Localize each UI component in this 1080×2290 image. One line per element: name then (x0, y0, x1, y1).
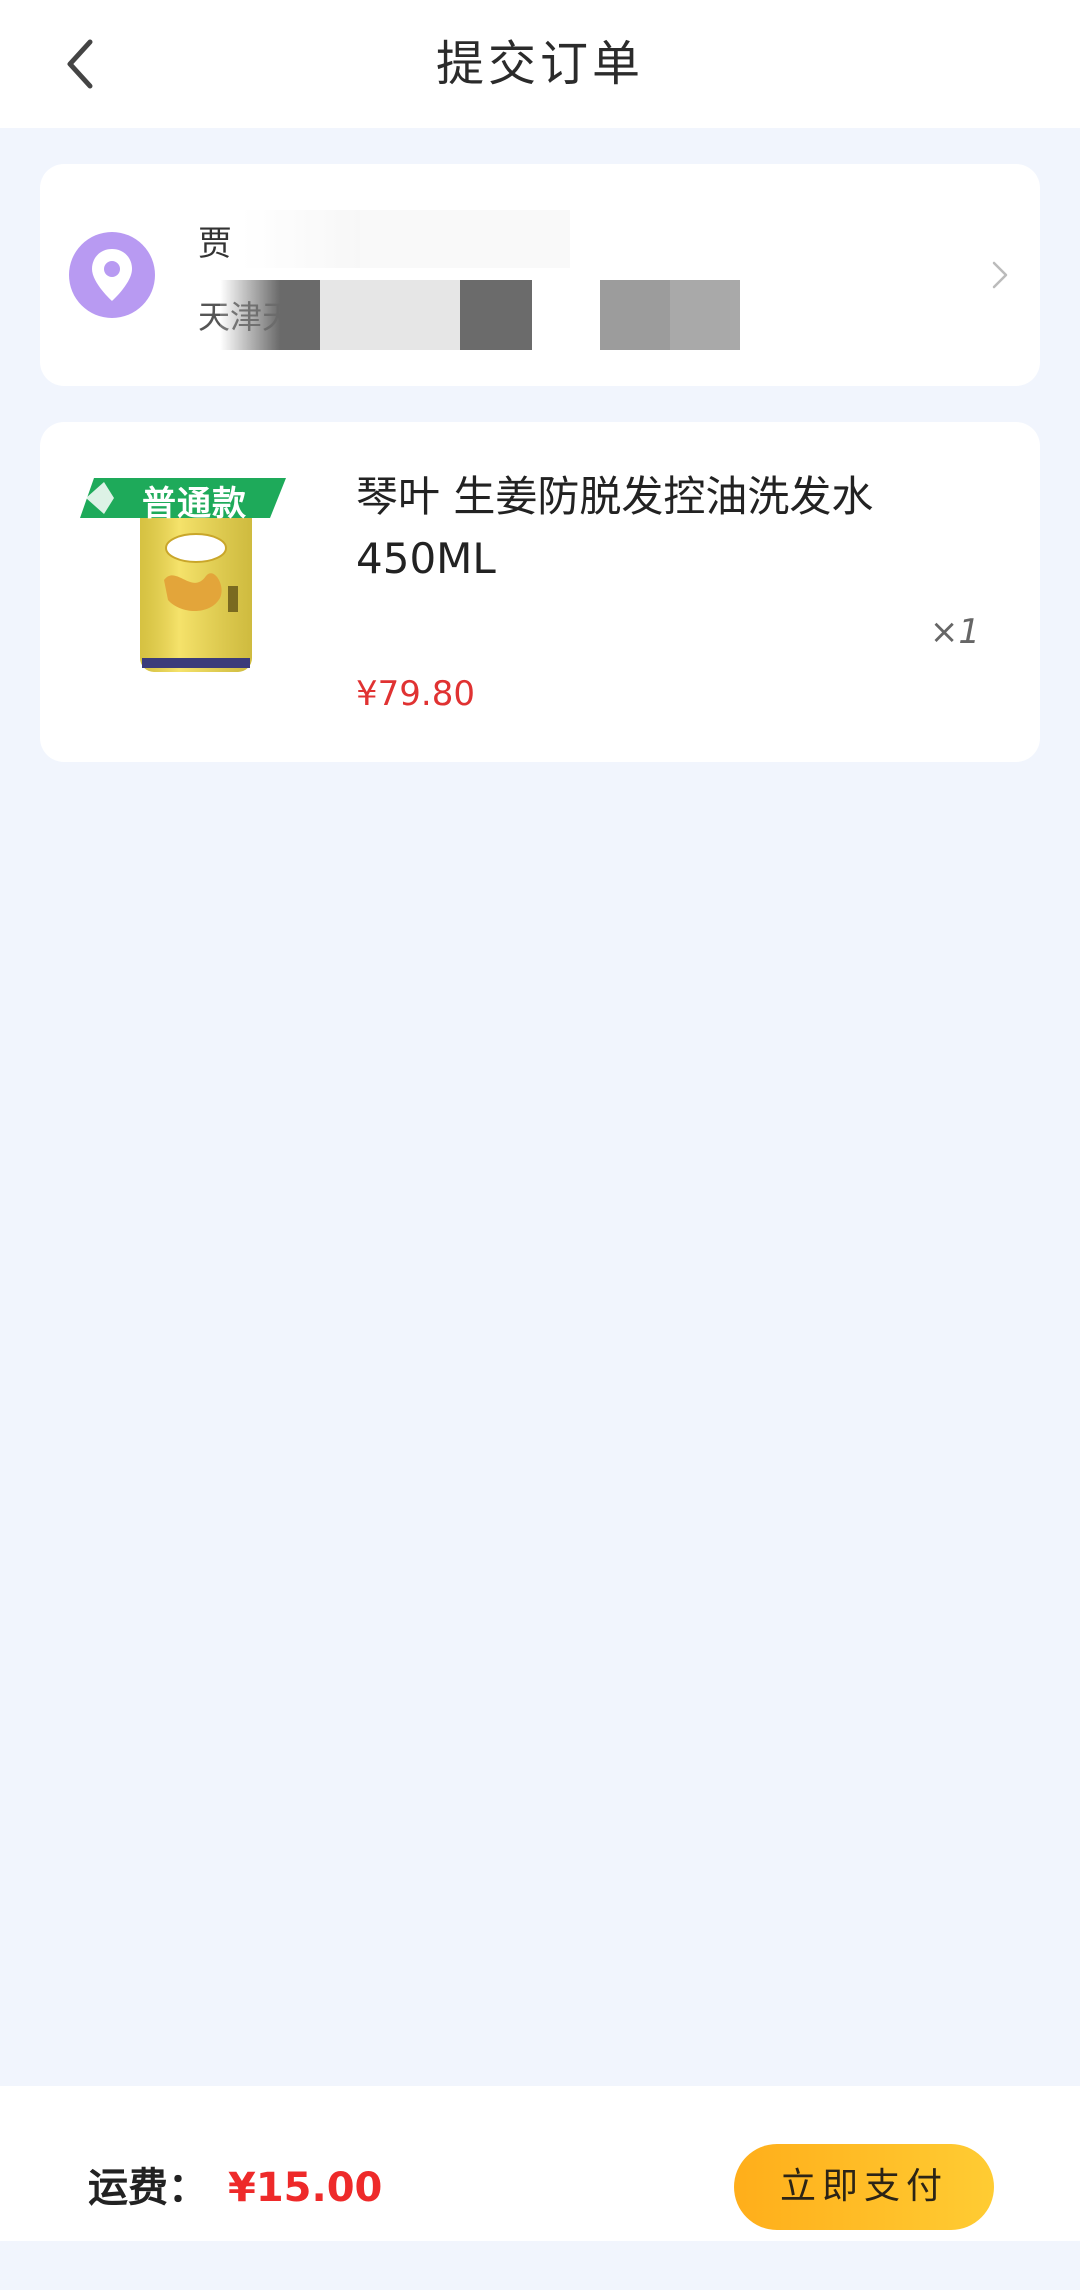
pay-now-button[interactable]: 立即支付 (734, 2144, 994, 2230)
product-price: ¥79.80 (356, 674, 475, 714)
recipient-name: 贾 (198, 224, 232, 264)
product-card[interactable]: 普通款 琴叶 生姜防脱发控油洗发水450ML ×1 ¥79.80 (40, 422, 1040, 762)
redaction-block (460, 280, 532, 350)
product-name: 琴叶 生姜防脱发控油洗发水450ML (356, 472, 874, 583)
product-image: 普通款 (80, 468, 300, 678)
redaction-block (360, 210, 570, 268)
shipping-fee: ¥15.00 (228, 2165, 383, 2211)
redaction-block (600, 280, 670, 350)
product-quantity: ×1 (929, 612, 980, 652)
address-card[interactable]: 贾 天津天 (40, 164, 1040, 386)
top-nav-bar: 提交订单 (0, 0, 1080, 128)
bottom-bar: 运费： ¥15.00 立即支付 (0, 2086, 1080, 2241)
shipping-label: 运费： (88, 2165, 208, 2211)
location-pin-icon (69, 232, 155, 318)
page-title: 提交订单 (435, 36, 644, 92)
redaction-block (670, 280, 740, 350)
chevron-right-icon[interactable] (982, 257, 1018, 293)
redaction-block (532, 280, 600, 350)
redaction-block (220, 280, 320, 350)
product-badge: 普通款 (80, 468, 290, 526)
redaction-block (240, 210, 360, 268)
redaction-block (320, 280, 460, 350)
